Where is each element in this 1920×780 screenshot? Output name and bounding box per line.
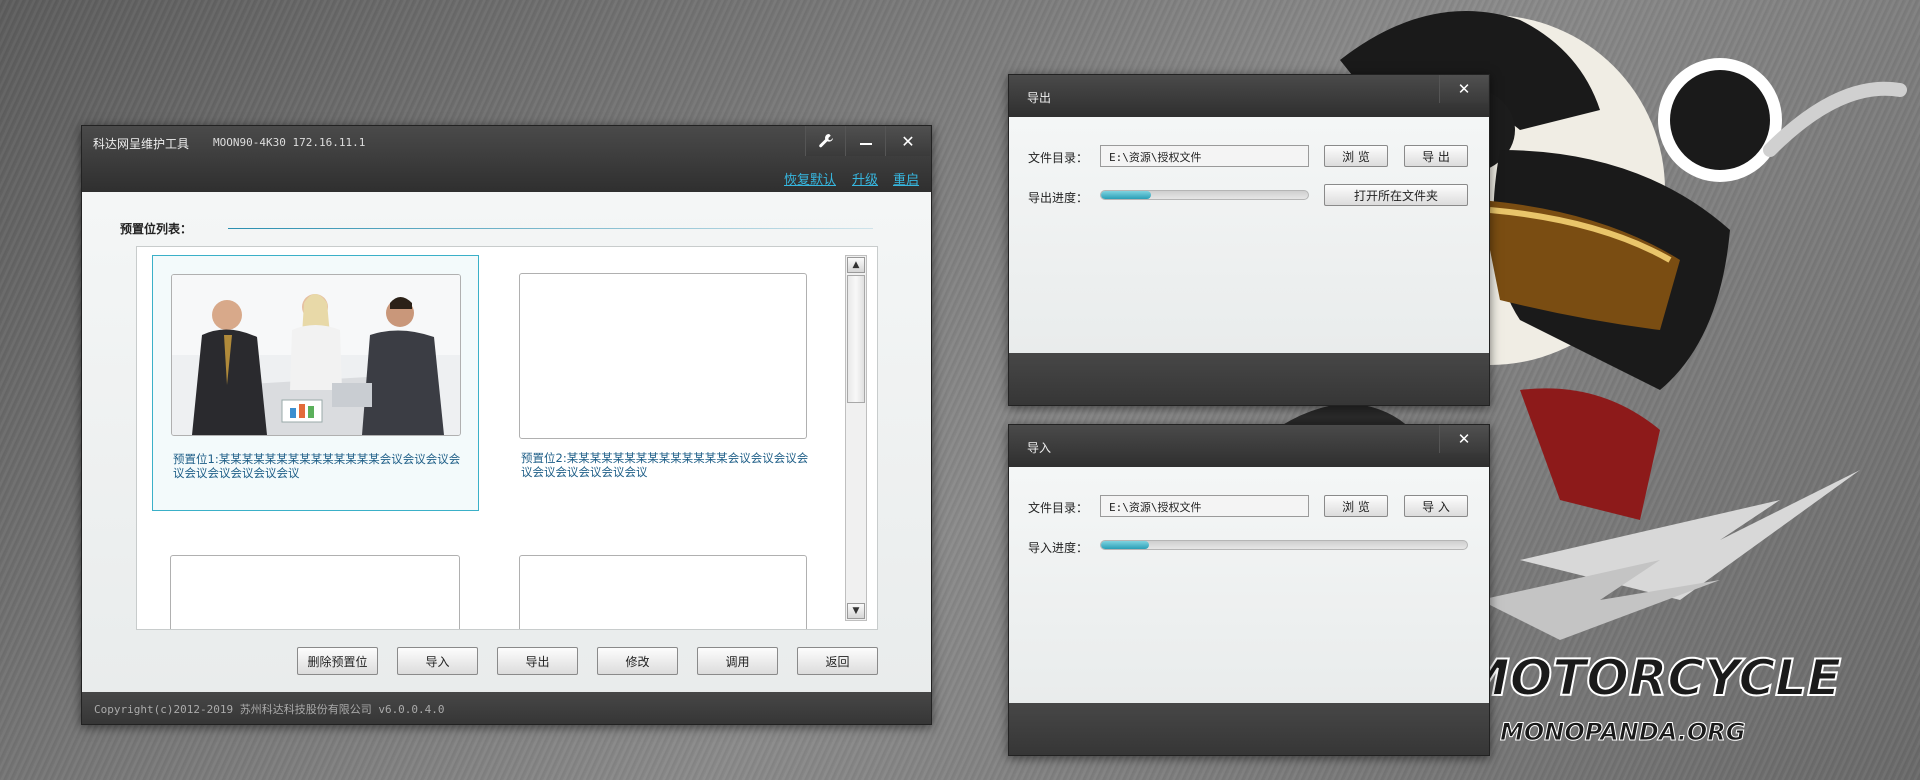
meeting-photo <box>172 275 460 435</box>
import-dir-field[interactable]: E:\资源\授权文件 <box>1100 495 1309 517</box>
import-dialog-title: 导入 <box>1027 441 1052 455</box>
close-icon: ✕ <box>1457 430 1471 448</box>
delete-preset-button[interactable]: 删除预置位 <box>297 647 378 675</box>
preset-list: 预置位1:某某某某某某某某某某某某某某会议会议会议会议会议会议会议会议会议 预置… <box>136 246 878 630</box>
scroll-up-arrow-icon[interactable]: ▲ <box>847 257 865 273</box>
copyright-text: Copyright(c)2012-2019 苏州科达科技股份有限公司 v6.0.… <box>94 703 445 716</box>
modify-button[interactable]: 修改 <box>597 647 678 675</box>
preset-label-2: 预置位2:某某某某某某某某某某某某某某会议会议会议会议会议会议会议会议会议 <box>521 451 809 479</box>
preset-thumbnail-3 <box>170 555 460 629</box>
export-close-button[interactable]: ✕ <box>1439 75 1488 103</box>
import-action-button[interactable]: 导 入 <box>1404 495 1468 517</box>
preset-list-scrollbar[interactable]: ▲ ▼ <box>845 255 867 621</box>
main-titlebar: 科达网呈维护工具 MOON90-4K30 172.16.11.1 ✕ 恢复默认 … <box>82 126 931 192</box>
close-icon: ✕ <box>901 131 915 151</box>
preset-card-4[interactable] <box>501 537 828 629</box>
export-dialog-title: 导出 <box>1027 91 1052 105</box>
main-footer: Copyright(c)2012-2019 苏州科达科技股份有限公司 v6.0.… <box>82 692 931 724</box>
call-button[interactable]: 调用 <box>697 647 778 675</box>
import-body: 文件目录： E:\资源\授权文件 浏 览 导 入 导入进度： <box>1009 467 1489 703</box>
export-dir-label: 文件目录： <box>1028 151 1089 165</box>
minimize-button[interactable] <box>845 126 886 156</box>
upgrade-link[interactable]: 升级 <box>852 169 878 188</box>
main-window-title: 科达网呈维护工具 <box>93 137 190 151</box>
import-progress-label: 导入进度： <box>1028 541 1089 555</box>
main-body: 预置位列表： 预置位1:某某某某某某某某某某某某某某会议会议会议会议会议会议会议… <box>82 192 931 692</box>
preset-thumbnail-4 <box>519 555 807 629</box>
settings-button[interactable] <box>805 126 846 156</box>
export-progress-bar <box>1100 190 1309 200</box>
close-icon: ✕ <box>1457 80 1471 98</box>
preset-card-2[interactable]: 预置位2:某某某某某某某某某某某某某某会议会议会议会议会议会议会议会议会议 <box>501 255 828 511</box>
export-action-button[interactable]: 导 出 <box>1404 145 1468 167</box>
back-button[interactable]: 返回 <box>797 647 878 675</box>
device-info: MOON90-4K30 172.16.11.1 <box>213 136 366 149</box>
open-folder-button[interactable]: 打开所在文件夹 <box>1324 184 1468 206</box>
scroll-thumb[interactable] <box>847 275 865 403</box>
export-button[interactable]: 导出 <box>497 647 578 675</box>
import-progress-bar <box>1100 540 1468 550</box>
import-titlebar: 导入 ✕ <box>1009 425 1489 467</box>
main-window: 科达网呈维护工具 MOON90-4K30 172.16.11.1 ✕ 恢复默认 … <box>81 125 932 725</box>
restore-default-link[interactable]: 恢复默认 <box>784 169 836 188</box>
export-progress-label: 导出进度： <box>1028 191 1089 205</box>
import-footer <box>1009 703 1489 755</box>
wrench-icon <box>819 134 833 148</box>
export-footer <box>1009 353 1489 405</box>
preset-list-label: 预置位列表： <box>120 222 193 236</box>
preset-thumbnail-2 <box>519 273 807 439</box>
minimize-icon <box>860 143 872 145</box>
export-body: 文件目录： E:\资源\授权文件 浏 览 导 出 导出进度： 打开所在文件夹 <box>1009 117 1489 353</box>
close-button[interactable]: ✕ <box>885 126 930 156</box>
preset-card-1[interactable]: 预置位1:某某某某某某某某某某某某某某会议会议会议会议会议会议会议会议会议 <box>152 255 479 511</box>
export-browse-button[interactable]: 浏 览 <box>1324 145 1388 167</box>
restart-link[interactable]: 重启 <box>893 169 919 188</box>
import-close-button[interactable]: ✕ <box>1439 425 1488 453</box>
export-titlebar: 导出 ✕ <box>1009 75 1489 117</box>
preset-thumbnail-1 <box>171 274 461 436</box>
section-divider <box>228 228 873 229</box>
export-dir-field[interactable]: E:\资源\授权文件 <box>1100 145 1309 167</box>
import-dialog: 导入 ✕ 文件目录： E:\资源\授权文件 浏 览 导 入 导入进度： <box>1008 424 1490 756</box>
import-progress-fill <box>1101 541 1149 549</box>
export-progress-fill <box>1101 191 1151 199</box>
import-button[interactable]: 导入 <box>397 647 478 675</box>
export-dialog: 导出 ✕ 文件目录： E:\资源\授权文件 浏 览 导 出 导出进度： 打开所在… <box>1008 74 1490 406</box>
preset-label-1: 预置位1:某某某某某某某某某某某某某某会议会议会议会议会议会议会议会议会议 <box>173 452 461 480</box>
wallpaper-title-text: MOTORCYCLE <box>1460 649 1841 707</box>
scroll-down-arrow-icon[interactable]: ▼ <box>847 603 865 619</box>
import-browse-button[interactable]: 浏 览 <box>1324 495 1388 517</box>
import-dir-label: 文件目录： <box>1028 501 1089 515</box>
wallpaper-subtitle-text: MONOPANDA.ORG <box>1500 718 1745 746</box>
preset-card-3[interactable] <box>152 537 479 629</box>
